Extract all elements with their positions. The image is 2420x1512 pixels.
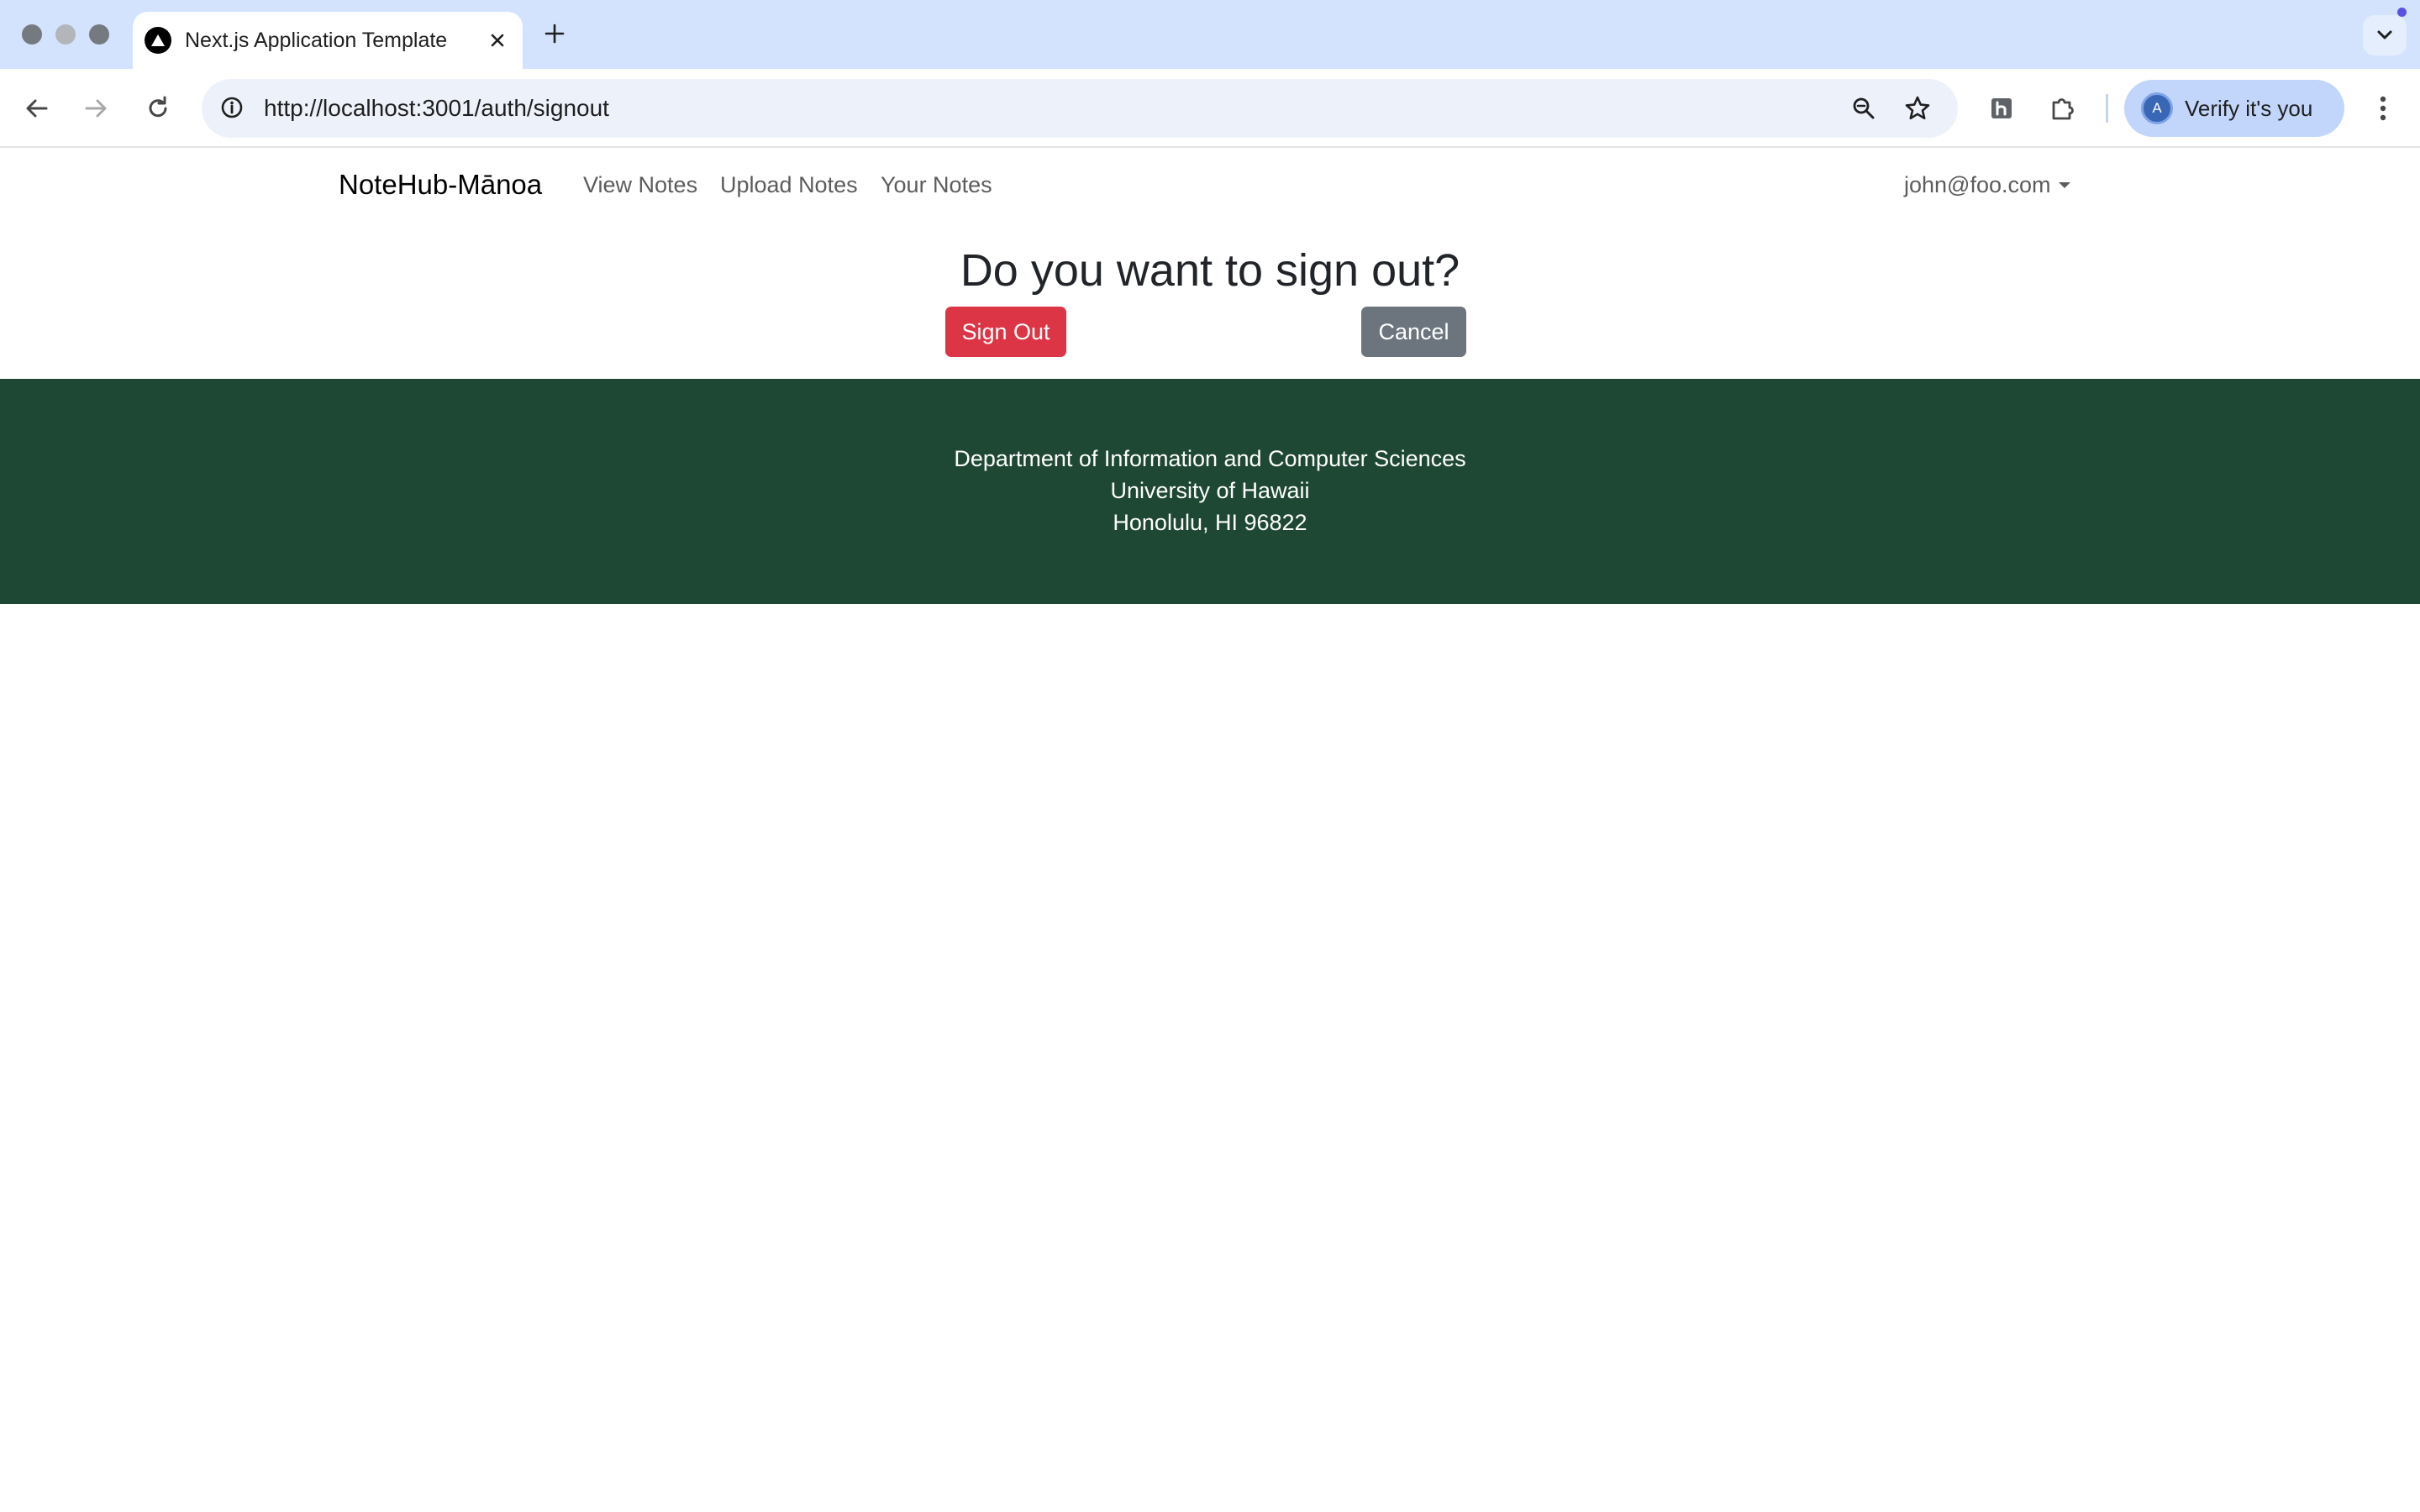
zoom-icon[interactable] bbox=[1845, 90, 1882, 127]
forward-arrow-icon[interactable] bbox=[76, 88, 116, 129]
profile-verify-label[interactable]: Verify it's you bbox=[2185, 80, 2312, 137]
profile-avatar[interactable]: A bbox=[2141, 92, 2173, 124]
dropdown-caret-icon[interactable] bbox=[2059, 182, 2070, 188]
window-zoom-control[interactable] bbox=[89, 24, 109, 45]
footer-department: Department of Information and Computer S… bbox=[954, 446, 1466, 471]
toolbar-separator bbox=[2106, 94, 2108, 123]
window-close-control[interactable] bbox=[22, 24, 42, 45]
browser-tab[interactable]: Next.js Application Template bbox=[133, 12, 523, 69]
sign-out-button[interactable]: Sign Out bbox=[945, 307, 1066, 357]
h-extension-icon[interactable] bbox=[1983, 90, 2020, 127]
notification-dot bbox=[2397, 8, 2407, 17]
reload-icon[interactable] bbox=[138, 88, 178, 129]
nav-link-your-notes[interactable]: Your Notes bbox=[881, 150, 992, 220]
tab-search-chevron-down-icon[interactable] bbox=[2363, 15, 2407, 55]
nextjs-favicon-icon bbox=[145, 27, 171, 54]
back-arrow-icon[interactable] bbox=[17, 88, 57, 129]
address-url[interactable]: http://localhost:3001/auth/signout bbox=[264, 79, 609, 138]
footer-university: University of Hawaii bbox=[1110, 478, 1310, 503]
close-tab-icon[interactable] bbox=[482, 25, 513, 55]
user-dropdown-toggle[interactable]: john@foo.com bbox=[1904, 150, 2051, 220]
tab-title: Next.js Application Template bbox=[185, 29, 448, 52]
cancel-button[interactable]: Cancel bbox=[1361, 307, 1466, 357]
new-tab-plus-icon[interactable] bbox=[538, 17, 571, 50]
footer-address: Honolulu, HI 96822 bbox=[1113, 510, 1307, 535]
window-minimize-control[interactable] bbox=[55, 24, 76, 45]
kebab-menu-icon[interactable] bbox=[2365, 88, 2402, 129]
signout-heading: Do you want to sign out? bbox=[960, 245, 1460, 296]
site-info-icon[interactable] bbox=[215, 91, 249, 124]
navbar-brand[interactable]: NoteHub-Mānoa bbox=[339, 150, 542, 220]
extensions-puzzle-icon[interactable] bbox=[2044, 90, 2081, 127]
nav-link-upload-notes[interactable]: Upload Notes bbox=[720, 150, 858, 220]
nav-link-view-notes[interactable]: View Notes bbox=[583, 150, 697, 220]
bookmark-star-icon[interactable] bbox=[1899, 90, 1936, 127]
